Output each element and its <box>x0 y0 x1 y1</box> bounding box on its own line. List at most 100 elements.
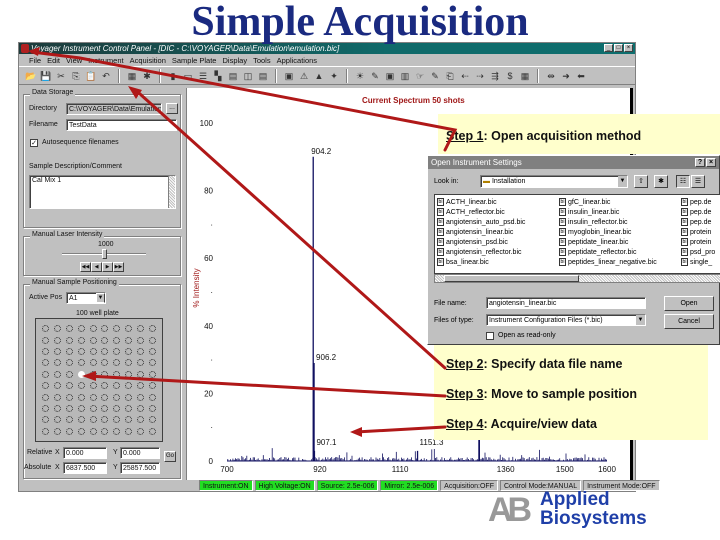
well-7-6[interactable] <box>101 393 109 401</box>
well-9-4[interactable] <box>77 416 85 424</box>
well-8-1[interactable] <box>42 404 50 412</box>
well-6-1[interactable] <box>42 382 50 390</box>
well-7-7[interactable] <box>113 393 121 401</box>
peak-icon[interactable]: ▲ <box>313 70 325 82</box>
well-9-9[interactable] <box>136 416 144 424</box>
well-9-6[interactable] <box>101 416 109 424</box>
well-5-3[interactable] <box>65 370 73 378</box>
well-6-2[interactable] <box>54 382 62 390</box>
right-icon[interactable]: ⇢ <box>474 70 486 82</box>
laser-icon[interactable]: ✱ <box>141 70 153 82</box>
well-1-10[interactable] <box>148 325 156 333</box>
left-arrow-icon[interactable]: ⬅ <box>575 70 587 82</box>
up-folder-button[interactable]: ⇧ <box>634 175 648 188</box>
well-7-10[interactable] <box>148 393 156 401</box>
well-10-9[interactable] <box>136 427 144 435</box>
laser-slider-thumb[interactable] <box>102 249 107 259</box>
well-1-4[interactable] <box>77 325 85 333</box>
description-textarea[interactable]: Cal Mix 1 <box>29 175 176 209</box>
well-4-7[interactable] <box>113 359 121 367</box>
well-2-4[interactable] <box>77 336 85 344</box>
well-10-5[interactable] <box>89 427 97 435</box>
well-5-8[interactable] <box>124 370 132 378</box>
laser-fast-increase-button[interactable]: ▶▶ <box>113 262 124 272</box>
well-3-3[interactable] <box>65 347 73 355</box>
menu-instrument[interactable]: Instrument <box>88 54 123 66</box>
well-7-3[interactable] <box>65 393 73 401</box>
well-10-4[interactable] <box>77 427 85 435</box>
well-5-5[interactable] <box>89 370 97 378</box>
file-item[interactable]: bi peptidate_linear.bic <box>559 237 681 247</box>
well-10-8[interactable] <box>124 427 132 435</box>
filename-input[interactable]: TestData <box>66 119 177 131</box>
well-2-5[interactable] <box>89 336 97 344</box>
file-item[interactable]: bi myoglobin_linear.bic <box>559 227 681 237</box>
well-3-1[interactable] <box>42 347 50 355</box>
relative-x-input[interactable]: 0.000 <box>63 447 107 459</box>
menu-edit[interactable]: Edit <box>47 54 60 66</box>
menu-tools[interactable]: Tools <box>253 54 271 66</box>
well-1-3[interactable] <box>65 325 73 333</box>
files-of-type-select[interactable]: Instrument Configuration Files (*.bic) ▼ <box>486 314 646 326</box>
menu-file[interactable]: File <box>29 54 41 66</box>
well-7-4[interactable] <box>77 393 85 401</box>
close-button[interactable]: × <box>624 44 633 52</box>
maximize-button[interactable]: □ <box>614 44 623 52</box>
align-icon[interactable]: ⇶ <box>489 70 501 82</box>
cancel-button[interactable]: Cancel <box>664 314 714 329</box>
well-10-10[interactable] <box>148 427 156 435</box>
edit-icon[interactable]: ✎ <box>429 70 441 82</box>
wand-icon[interactable]: ✦ <box>328 70 340 82</box>
well-6-3[interactable] <box>65 382 73 390</box>
file-item[interactable]: bi bsa_linear.bic <box>437 257 559 267</box>
pen-icon[interactable]: ✎ <box>369 70 381 82</box>
well-9-7[interactable] <box>113 416 121 424</box>
well-8-2[interactable] <box>54 404 62 412</box>
well-8-9[interactable] <box>136 404 144 412</box>
plate-icon[interactable]: ▦ <box>126 70 138 82</box>
hand-icon[interactable]: ☀ <box>354 70 366 82</box>
file-item[interactable]: bi ACTH_reflector.bic <box>437 207 559 217</box>
well-10-2[interactable] <box>54 427 62 435</box>
pointer-icon[interactable]: ☞ <box>414 70 426 82</box>
menu-acquisition[interactable]: Acquisition <box>130 54 166 66</box>
well-9-1[interactable] <box>42 416 50 424</box>
go-button[interactable]: Go <box>164 451 176 462</box>
well-1-7[interactable] <box>113 325 121 333</box>
open-button[interactable]: Open <box>664 296 714 311</box>
well-4-3[interactable] <box>65 359 73 367</box>
right-arrow-icon[interactable]: ➜ <box>560 70 572 82</box>
well-2-6[interactable] <box>101 336 109 344</box>
minimize-button[interactable]: _ <box>604 44 613 52</box>
file-list-scrollbar[interactable] <box>434 274 720 283</box>
well-6-6[interactable] <box>101 382 109 390</box>
dollar-icon[interactable]: $ <box>504 70 516 82</box>
well-10-3[interactable] <box>65 427 73 435</box>
file-item[interactable]: bi angiotensin_psd.bic <box>437 237 559 247</box>
active-pos-select[interactable]: A1 ▼ <box>66 292 106 304</box>
well-9-10[interactable] <box>148 416 156 424</box>
well-3-5[interactable] <box>89 347 97 355</box>
well-1-6[interactable] <box>101 325 109 333</box>
file-item[interactable]: bi pep.de <box>681 207 720 217</box>
well-7-9[interactable] <box>136 393 144 401</box>
grid-icon[interactable]: ▚ <box>212 70 224 82</box>
well-5-7[interactable] <box>113 370 121 378</box>
clipboard-icon[interactable]: ⎗ <box>444 70 456 82</box>
well-7-1[interactable] <box>42 393 50 401</box>
description-scrollbar[interactable] <box>168 176 175 208</box>
well-1-5[interactable] <box>89 325 97 333</box>
well-9-5[interactable] <box>89 416 97 424</box>
menu-applications[interactable]: Applications <box>277 54 317 66</box>
warning-icon[interactable]: ⚠ <box>298 70 310 82</box>
well-1-1[interactable] <box>42 325 50 333</box>
menu-view[interactable]: View <box>66 54 82 66</box>
well-10-7[interactable] <box>113 427 121 435</box>
paste-icon[interactable]: 📋 <box>85 70 97 82</box>
well-3-10[interactable] <box>148 347 156 355</box>
well-8-8[interactable] <box>124 404 132 412</box>
file-item[interactable]: bi single_ <box>681 257 720 267</box>
well-10-6[interactable] <box>101 427 109 435</box>
well-5-1[interactable] <box>42 370 50 378</box>
well-4-1[interactable] <box>42 359 50 367</box>
